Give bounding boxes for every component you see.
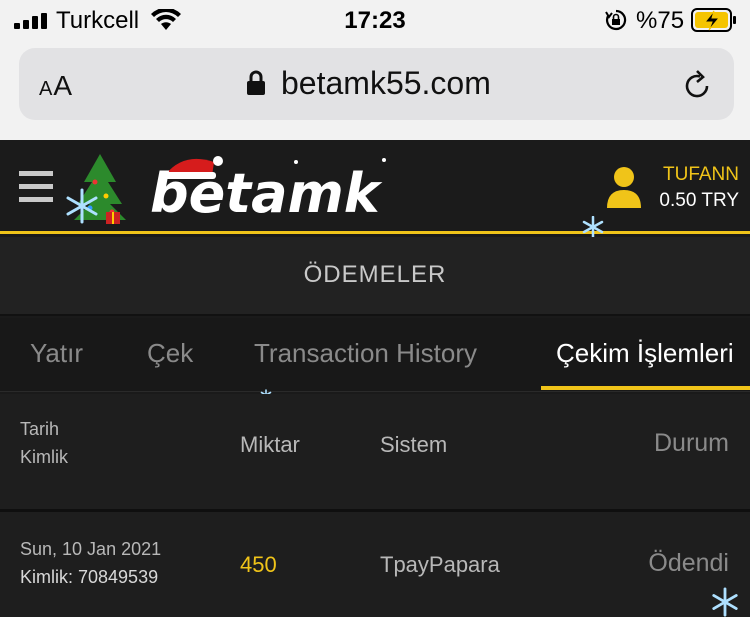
url-text[interactable]: betamk55.com [281, 65, 491, 102]
row-amount: 450 [240, 552, 277, 577]
browser-chrome: AA betamk55.com [0, 40, 750, 140]
logo[interactable]: betamk [62, 152, 402, 226]
active-tab-indicator [541, 386, 750, 390]
header-amount: Miktar [240, 432, 300, 457]
table-header: Tarih Kimlik Miktar Sistem Durum [0, 394, 750, 512]
table-row[interactable]: Sun, 10 Jan 2021 Kimlik: 70849539 450 Tp… [0, 515, 750, 617]
site-header: betamk TUFANN 0.50 TRY [0, 140, 750, 238]
snowflake-icon [712, 587, 738, 617]
snowflake-icon [582, 216, 604, 238]
header-system: Sistem [380, 432, 448, 457]
row-status: Ödendi [648, 549, 729, 577]
balance: 0.50 TRY [659, 190, 739, 211]
address-bar[interactable]: AA betamk55.com [19, 48, 734, 120]
text-size-button[interactable]: AA [39, 70, 73, 102]
username[interactable]: TUFANN [663, 164, 739, 186]
battery-charging-icon [691, 8, 736, 32]
withdrawals-table: Tarih Kimlik Miktar Sistem Durum Sun, 10… [0, 394, 750, 617]
tab-bar: Yatır Çek Transaction History Çekim İşle… [0, 318, 750, 392]
reload-icon[interactable] [681, 70, 713, 102]
tab-deposit[interactable]: Yatır [30, 338, 83, 369]
lock-icon [247, 70, 265, 95]
row-system: TpayPapara [380, 552, 500, 577]
page-title: ÖDEMELER [303, 261, 447, 288]
header-date: Tarih [20, 419, 60, 439]
header-id: Kimlik [20, 447, 68, 467]
orientation-lock-icon [605, 9, 627, 31]
status-bar: Turkcell 17:23 %75 [0, 0, 750, 40]
tab-withdraw[interactable]: Çek [147, 338, 193, 369]
logo-text: betamk [150, 162, 383, 225]
tab-withdrawal-transactions[interactable]: Çekim İşlemleri [556, 338, 734, 369]
header-status: Durum [653, 429, 729, 457]
tab-transaction-history[interactable]: Transaction History [254, 338, 477, 369]
row-id: Kimlik: 70849539 [20, 567, 159, 587]
battery-percent: %75 [636, 7, 685, 34]
menu-icon[interactable] [19, 171, 53, 203]
row-date: Sun, 10 Jan 2021 [20, 539, 162, 559]
page-title-bar: ÖDEMELER [0, 237, 750, 316]
user-icon[interactable] [605, 166, 643, 208]
